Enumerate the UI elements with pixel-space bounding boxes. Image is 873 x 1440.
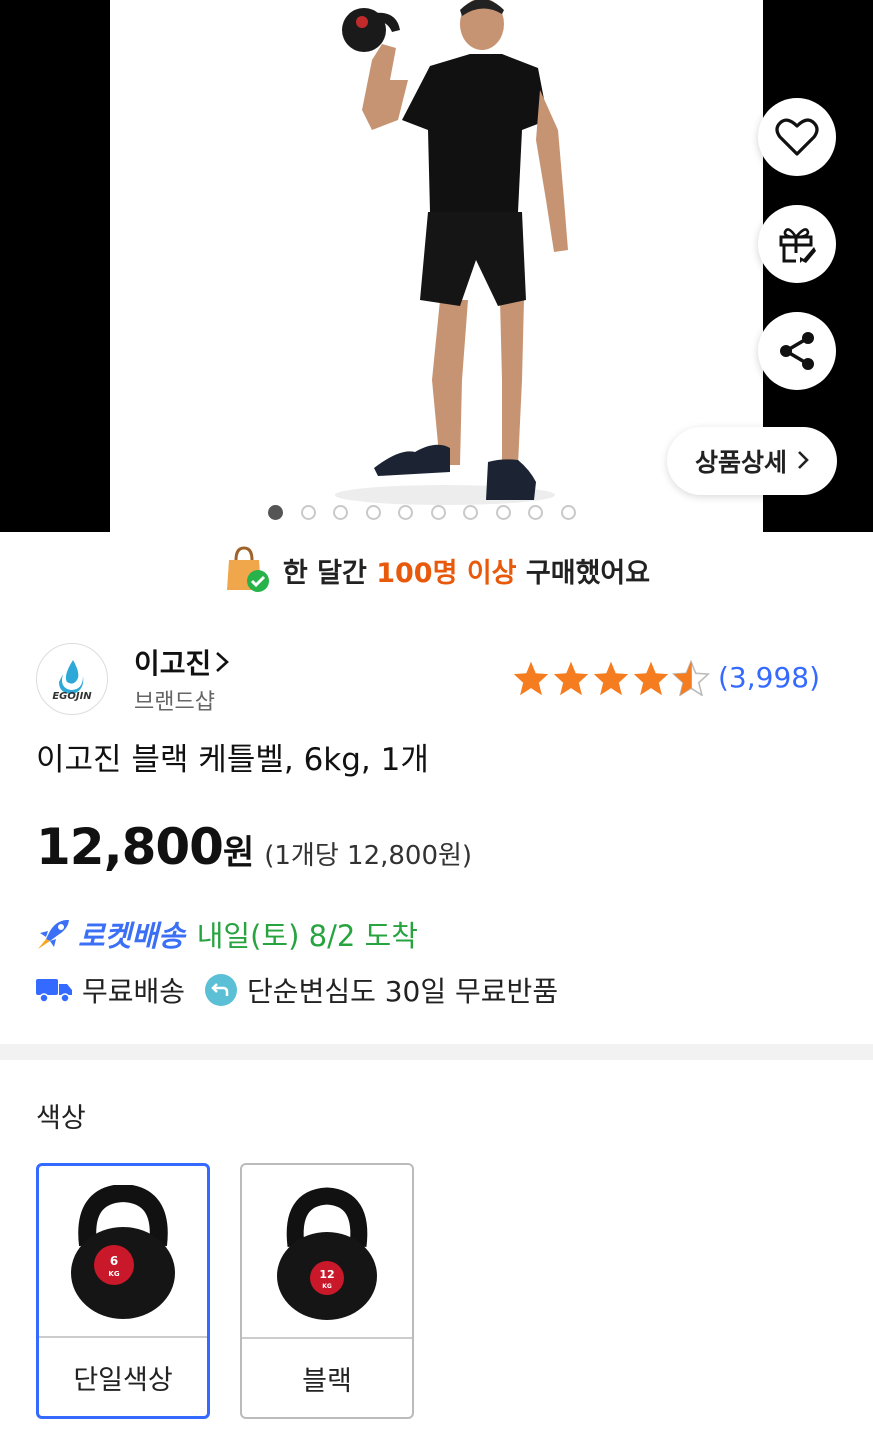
option-label: 블랙	[242, 1337, 412, 1417]
product-photo	[110, 0, 763, 532]
carousel-dot[interactable]	[300, 505, 316, 520]
star-icon	[513, 661, 549, 696]
product-title: 이고진 블랙 케틀벨, 6kg, 1개	[36, 742, 429, 778]
chevron-right-icon	[797, 447, 809, 476]
brand-link[interactable]: 이고진	[134, 642, 230, 682]
share-icon	[780, 332, 814, 370]
color-option-black[interactable]: 12 KG 블랙	[240, 1163, 414, 1419]
rocket-delivery-row: 로켓배송 내일(토) 8/2 도착	[36, 913, 418, 955]
section-divider	[0, 1044, 873, 1060]
price-block: 12,800 원 (1개당 12,800원)	[36, 818, 472, 876]
share-button[interactable]	[758, 312, 836, 390]
carousel-dot[interactable]	[560, 505, 576, 520]
free-shipping-label: 무료배송	[82, 975, 186, 1008]
product-image-carousel[interactable]: 상품상세	[0, 0, 873, 532]
heart-icon	[775, 118, 819, 156]
weight-unit-label: KG	[322, 1283, 332, 1290]
rocket-icon	[38, 920, 69, 949]
banner-suffix: 구매했어요	[525, 557, 651, 589]
purchase-count-banner: 한 달간 100명 이상 구매했어요	[0, 540, 873, 600]
carousel-dot[interactable]	[528, 505, 543, 520]
weight-label: 12	[319, 1268, 334, 1281]
option-label: 단일색상	[39, 1336, 207, 1416]
gift-rocket-icon	[779, 228, 816, 263]
wishlist-button[interactable]	[758, 98, 836, 176]
unit-price: (1개당 12,800원)	[264, 841, 473, 871]
free-return-label: 단순변심도 30일 무료반품	[247, 975, 559, 1008]
star-icon	[593, 661, 629, 696]
review-count[interactable]: (3,998)	[718, 661, 820, 694]
kettlebell-6kg-image: 6 KG	[39, 1166, 207, 1343]
brand-name: 이고진	[134, 647, 212, 680]
color-option-single[interactable]: 6 KG 단일색상	[36, 1163, 210, 1419]
gift-button[interactable]	[758, 205, 836, 283]
carousel-dot[interactable]	[495, 505, 511, 520]
weight-label: 6	[110, 1254, 118, 1268]
carousel-indicator	[268, 505, 576, 520]
carousel-dot[interactable]	[430, 505, 446, 520]
arrival-date: 내일(토) 8/2 도착	[196, 919, 418, 953]
banner-highlight: 100명 이상	[376, 557, 517, 589]
carousel-dot[interactable]	[365, 505, 381, 520]
price-amount: 12,800	[36, 818, 224, 876]
kettlebell-12kg-image: 12 KG	[242, 1165, 412, 1342]
banner-prefix: 한 달간	[282, 557, 367, 589]
price-currency: 원	[222, 833, 255, 873]
color-option-label: 색상	[36, 1103, 86, 1134]
carousel-dot[interactable]	[398, 505, 413, 520]
carousel-dot[interactable]	[463, 505, 478, 520]
shipping-info-row: 무료배송 단순변심도 30일 무료반품	[36, 970, 558, 1010]
star-icon	[553, 661, 589, 696]
brand-logo[interactable]: EGOJIN	[36, 643, 108, 715]
star-icon	[633, 661, 669, 696]
return-icon	[205, 974, 238, 1006]
shopping-bag-check-icon	[226, 546, 269, 592]
product-detail-button[interactable]: 상품상세	[667, 427, 837, 495]
brand-logo-text: EGOJIN	[52, 691, 92, 702]
truck-icon	[36, 979, 72, 1003]
chevron-right-icon	[211, 647, 230, 680]
product-detail-label: 상품상세	[694, 448, 787, 477]
rocket-delivery-label: 로켓배송	[78, 919, 185, 953]
star-half-icon	[672, 660, 710, 696]
carousel-dot[interactable]	[268, 505, 283, 520]
weight-unit-label: KG	[108, 1270, 119, 1278]
star-rating[interactable]	[512, 660, 710, 696]
carousel-dot[interactable]	[333, 505, 348, 520]
brand-subtitle: 브랜드샵	[134, 690, 215, 715]
